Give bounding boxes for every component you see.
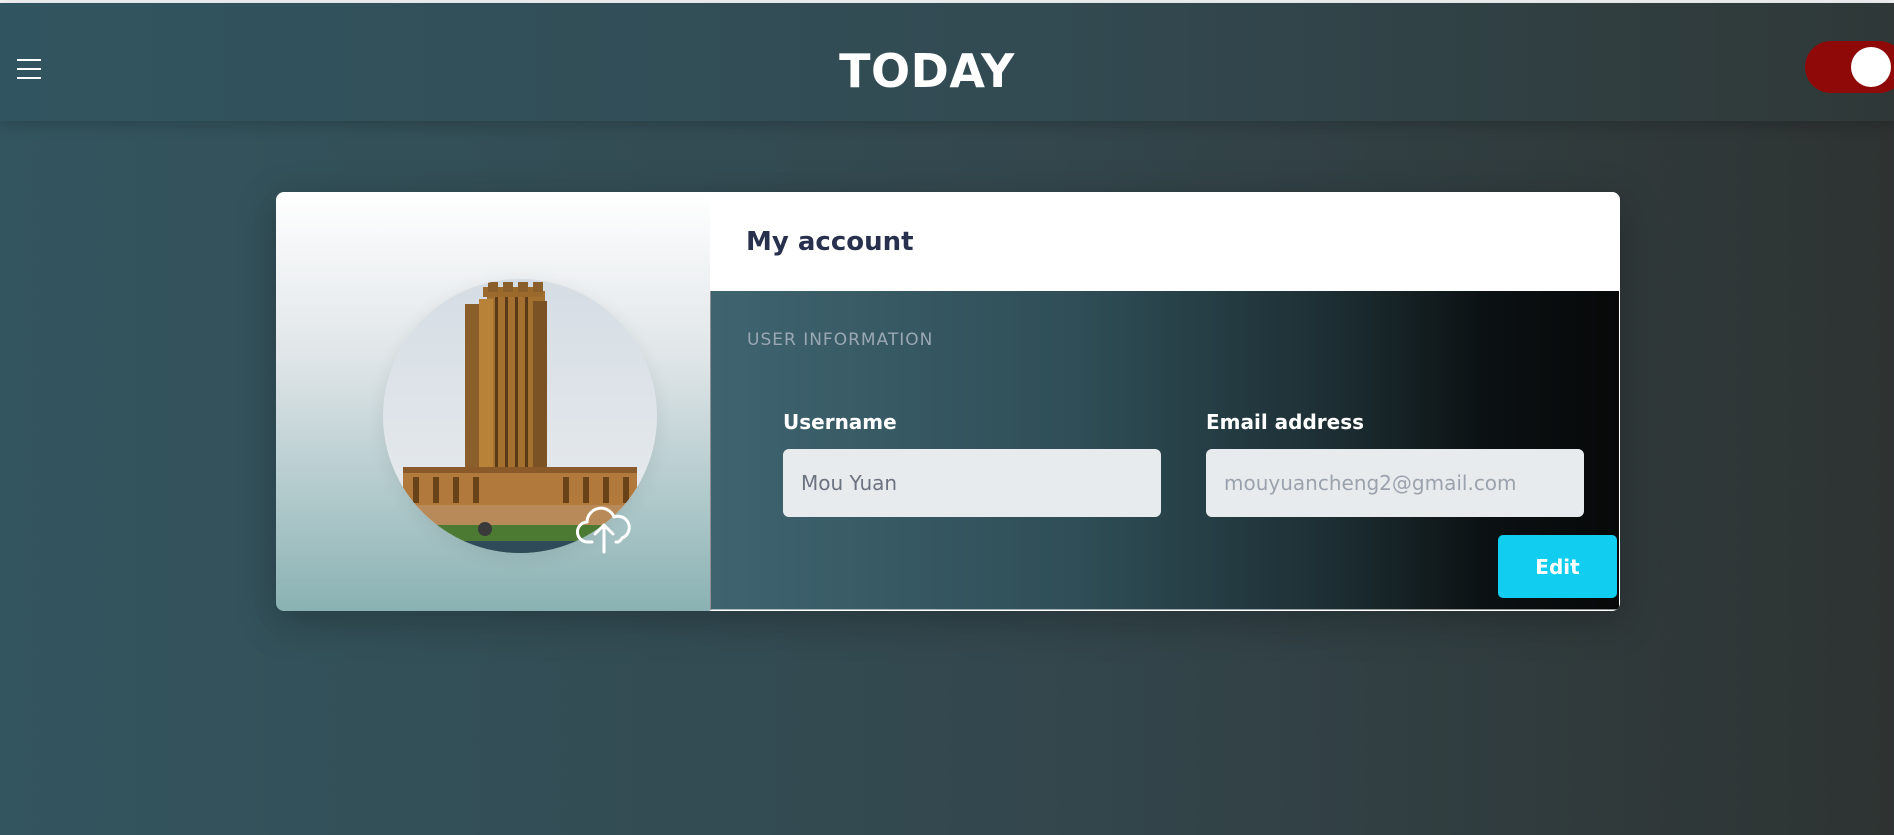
toggle-knob bbox=[1851, 47, 1891, 87]
account-card: My account USER INFORMATION Username Ema… bbox=[276, 192, 1620, 611]
username-field[interactable] bbox=[783, 449, 1161, 517]
app-title: TODAY bbox=[839, 44, 1015, 98]
email-label: Email address bbox=[1206, 410, 1365, 434]
user-information-section: USER INFORMATION Username Email address … bbox=[710, 291, 1619, 610]
account-title: My account bbox=[746, 227, 914, 257]
cloud-upload-icon[interactable] bbox=[576, 502, 632, 554]
account-header: My account bbox=[710, 192, 1620, 291]
username-label: Username bbox=[783, 410, 897, 434]
account-panel: My account USER INFORMATION Username Ema… bbox=[710, 192, 1620, 611]
section-label: USER INFORMATION bbox=[747, 330, 934, 350]
theme-toggle[interactable] bbox=[1805, 41, 1894, 93]
app-header: TODAY bbox=[0, 3, 1894, 121]
avatar-panel bbox=[276, 192, 710, 611]
edit-button[interactable]: Edit bbox=[1498, 535, 1617, 598]
email-field[interactable] bbox=[1206, 449, 1584, 517]
